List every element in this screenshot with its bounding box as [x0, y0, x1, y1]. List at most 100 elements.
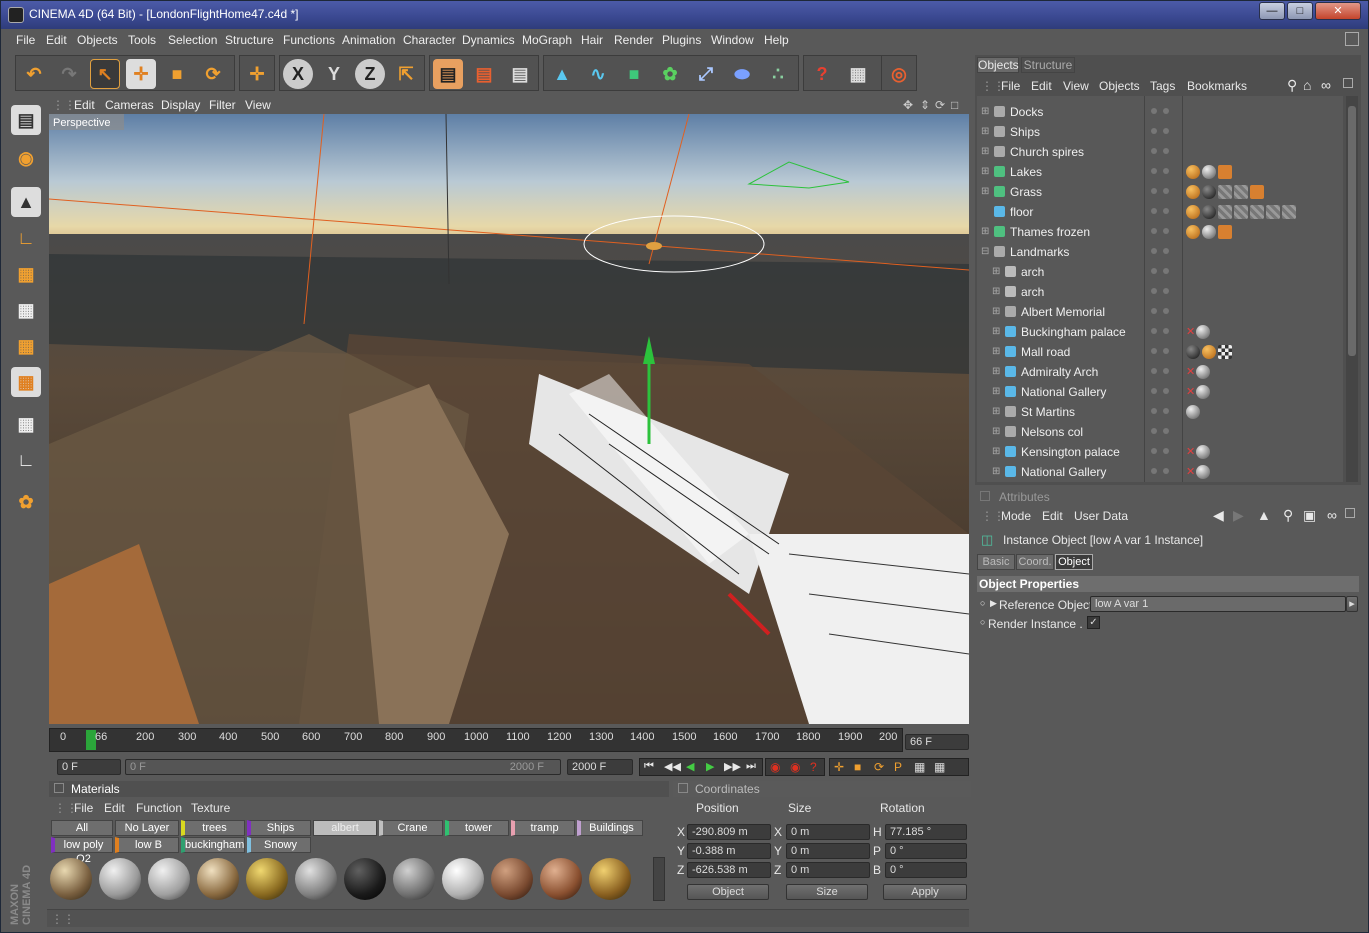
object-tree-item[interactable]: ⊞ Thames frozen — [979, 222, 1143, 242]
zoom-icon[interactable]: ⇕ — [920, 98, 930, 112]
material-tag-icon[interactable] — [1250, 205, 1264, 219]
expand-toggle-icon[interactable]: ⊞ — [992, 446, 1000, 457]
keyframe-selection-icon[interactable]: ? — [810, 760, 817, 774]
layer-tag[interactable]: albert — [313, 820, 377, 836]
attr-menu-edit[interactable]: Edit — [1042, 509, 1063, 523]
object-tree-item[interactable]: ⊞ St Martins — [979, 402, 1143, 422]
timeline-ruler[interactable]: 0 66 200 300 400 500 600 700 800 900 100… — [49, 728, 903, 752]
material-swatch[interactable] — [50, 858, 92, 900]
lock-icon[interactable]: ▣ — [1303, 507, 1316, 524]
preview-range-slider[interactable]: 0 F 2000 F — [125, 759, 561, 775]
size-mode-select[interactable]: Size — [786, 884, 868, 900]
material-tag-icon[interactable] — [1218, 185, 1232, 199]
visibility-toggles[interactable] — [1149, 322, 1179, 342]
home-icon[interactable]: ⌂ — [1303, 77, 1311, 93]
layer-tag[interactable]: Snowy — [247, 837, 311, 853]
record-icon[interactable]: ◉ — [770, 760, 780, 774]
material-tag-icon[interactable] — [1186, 345, 1200, 359]
expand-toggle-icon[interactable]: ⊞ — [992, 426, 1000, 437]
expand-toggle-icon[interactable]: ⊞ — [992, 466, 1000, 477]
particle-icon[interactable]: ∴ — [763, 59, 793, 89]
pan-icon[interactable]: ✥ — [903, 98, 913, 112]
globe-icon[interactable]: ◎ — [884, 59, 914, 89]
editor-visibility-dot[interactable] — [1151, 208, 1157, 214]
visibility-toggles[interactable] — [1149, 182, 1179, 202]
uv-mode-icon[interactable]: ∟ — [11, 445, 41, 475]
key-mode-icon[interactable]: ▦ — [934, 760, 945, 774]
material-tag-icon[interactable] — [1266, 205, 1280, 219]
expand-toggle-icon[interactable]: ⊞ — [981, 166, 989, 177]
position-z-field[interactable]: -626.538 m — [687, 862, 771, 878]
editor-visibility-dot[interactable] — [1151, 128, 1157, 134]
menu-edit[interactable]: Edit — [46, 33, 67, 47]
key-scale-icon[interactable]: ■ — [854, 760, 861, 774]
key-pla-icon[interactable]: ▦ — [914, 760, 925, 774]
start-frame-field[interactable]: 0 F — [57, 759, 121, 775]
display-tag-icon[interactable] — [1218, 225, 1232, 239]
polygons-mode-icon[interactable]: ▦ — [11, 331, 41, 361]
back-arrow-icon[interactable]: ◀ — [1213, 507, 1224, 524]
size-y-field[interactable]: 0 m — [786, 843, 870, 859]
expand-toggle-icon[interactable]: ⊞ — [992, 286, 1000, 297]
play-icon[interactable]: ▶ — [706, 760, 714, 773]
reference-dropdown-icon[interactable]: ▸ — [1346, 596, 1358, 612]
menu-plugins[interactable]: Plugins — [662, 33, 701, 47]
object-tree-item[interactable]: ⊞ National Gallery — [979, 462, 1143, 482]
disabled-tag-icon[interactable]: ✕ — [1186, 325, 1195, 339]
editor-visibility-dot[interactable] — [1151, 348, 1157, 354]
render-visibility-dot[interactable] — [1163, 108, 1169, 114]
go-to-end-icon[interactable]: ⏭ — [746, 760, 756, 773]
rotate-view-icon[interactable]: ⟳ — [935, 98, 945, 112]
layer-tag[interactable]: trees — [181, 820, 245, 836]
menu-objects[interactable]: Objects — [77, 33, 118, 47]
texture-tag-icon[interactable] — [1202, 345, 1216, 359]
object-tree-item[interactable]: ⊞ arch — [979, 262, 1143, 282]
position-y-field[interactable]: -0.388 m — [687, 843, 771, 859]
material-swatch[interactable] — [491, 858, 533, 900]
workplane-icon[interactable]: ▦ — [11, 409, 41, 439]
axis-mode-icon[interactable]: ∟ — [11, 223, 41, 253]
layer-tag[interactable]: Buildings — [577, 820, 643, 836]
texture-tag-icon[interactable] — [1186, 205, 1200, 219]
material-tag-icon[interactable] — [1282, 205, 1296, 219]
expand-toggle-icon[interactable]: ⊞ — [992, 406, 1000, 417]
layer-tag[interactable]: tramp — [511, 820, 575, 836]
reference-object-field[interactable]: low A var 1 — [1090, 596, 1346, 612]
editor-visibility-dot[interactable] — [1151, 248, 1157, 254]
cube-icon[interactable]: ▲ — [547, 59, 577, 89]
object-mode-icon[interactable]: ▲ — [11, 187, 41, 217]
rotate-icon[interactable]: ⟳ — [198, 59, 228, 89]
layout-toggle-icon[interactable] — [1345, 32, 1359, 46]
visibility-toggles[interactable] — [1149, 382, 1179, 402]
minimize-button[interactable]: — — [1259, 2, 1285, 20]
y-axis-icon[interactable]: Y — [319, 59, 349, 89]
material-tag-icon[interactable] — [1202, 225, 1216, 239]
position-x-field[interactable]: -290.809 m — [687, 824, 771, 840]
obj-menu-file[interactable]: File — [1001, 79, 1020, 93]
move-icon[interactable]: ✛ — [126, 59, 156, 89]
material-swatch[interactable] — [295, 858, 337, 900]
obj-menu-tags[interactable]: Tags — [1150, 79, 1175, 93]
editor-visibility-dot[interactable] — [1151, 148, 1157, 154]
objects-scrollbar[interactable] — [1346, 96, 1358, 482]
forward-arrow-icon[interactable]: ▶ — [1233, 507, 1244, 524]
help-icon[interactable]: ? — [807, 59, 837, 89]
render-visibility-dot[interactable] — [1163, 168, 1169, 174]
render-visibility-dot[interactable] — [1163, 328, 1169, 334]
rotation-b-field[interactable]: 0 ° — [885, 862, 967, 878]
key-position-icon[interactable]: ✛ — [834, 760, 844, 774]
edges-mode-icon[interactable]: ▦ — [11, 295, 41, 325]
object-tree-item[interactable]: ⊞ Admiralty Arch — [979, 362, 1143, 382]
texture-mode-icon[interactable]: ▦ — [11, 367, 41, 397]
expand-toggle-icon[interactable]: ⊞ — [992, 386, 1000, 397]
editor-visibility-dot[interactable] — [1151, 328, 1157, 334]
object-tree-item[interactable]: ⊞ National Gallery — [979, 382, 1143, 402]
editor-visibility-dot[interactable] — [1151, 168, 1157, 174]
render-visibility-dot[interactable] — [1163, 408, 1169, 414]
object-tree-item[interactable]: ⊞ Grass — [979, 182, 1143, 202]
scale-icon[interactable]: ■ — [162, 59, 192, 89]
apply-button[interactable]: Apply — [883, 884, 967, 900]
viewport-layout-icon[interactable]: ▤ — [11, 105, 41, 135]
rotation-h-field[interactable]: 77.185 ° — [885, 824, 967, 840]
render-visibility-dot[interactable] — [1163, 288, 1169, 294]
